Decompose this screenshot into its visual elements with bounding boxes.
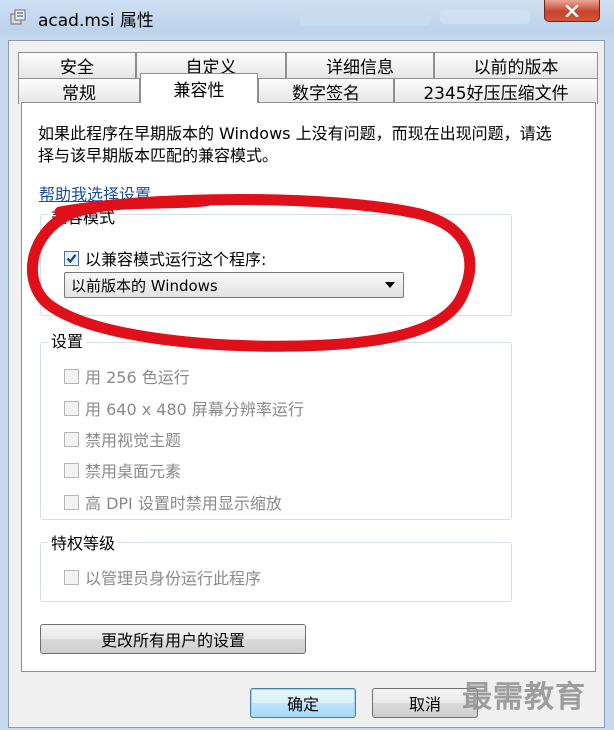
checkbox-label: 禁用桌面元素	[85, 462, 182, 481]
change-all-users-settings-button[interactable]: 更改所有用户的设置	[40, 624, 306, 654]
privilege-level-group-label: 特权等级	[48, 530, 119, 554]
tab-details[interactable]: 详细信息	[286, 52, 434, 78]
close-icon	[565, 4, 579, 17]
tab-security[interactable]: 安全	[18, 52, 136, 78]
installer-package-icon	[8, 7, 28, 27]
checkbox-icon	[64, 569, 79, 585]
checkbox-icon	[64, 431, 79, 447]
checkbox-label: 高 DPI 设置时禁用显示缩放	[85, 494, 282, 513]
checkbox-icon	[64, 462, 79, 478]
checkbox-icon	[64, 368, 79, 384]
compatibility-mode-label: 以兼容模式运行这个程序:	[85, 250, 267, 269]
run-as-admin-checkbox[interactable]: 以管理员身份运行此程序	[64, 565, 261, 589]
disable-desktop-composition-checkbox[interactable]: 禁用桌面元素	[64, 458, 181, 482]
disable-visual-themes-checkbox[interactable]: 禁用视觉主题	[64, 427, 181, 451]
checkbox-icon	[64, 400, 79, 416]
os-version-selected: 以前版本的 Windows	[71, 276, 218, 295]
checkbox-checked-icon	[64, 250, 79, 266]
window-title: acad.msi 属性	[38, 11, 154, 31]
run-640x480-checkbox[interactable]: 用 640 x 480 屏幕分辨率运行	[64, 396, 304, 420]
compatibility-description: 如果此程序在早期版本的 Windows 上没有问题，而现在出现问题，请选择与该早…	[38, 124, 552, 165]
checkbox-label: 用 640 x 480 屏幕分辨率运行	[85, 400, 304, 419]
checkbox-label: 以管理员身份运行此程序	[85, 569, 262, 588]
title-bar[interactable]: acad.msi 属性	[0, 0, 614, 34]
blurred-titlebar-area	[440, 10, 530, 24]
help-choose-settings-link[interactable]: 帮助我选择设置	[39, 181, 151, 205]
tab-digital-signatures[interactable]: 数字签名	[258, 78, 394, 104]
compatibility-mode-group-label: 兼容模式	[48, 204, 119, 228]
tab-compatibility[interactable]: 兼容性	[140, 73, 258, 103]
checkbox-icon	[64, 494, 79, 510]
tab-previous-versions[interactable]: 以前的版本	[434, 52, 598, 78]
tab-2345-archive[interactable]: 2345好压压缩文件	[394, 78, 598, 104]
ok-button[interactable]: 确定	[250, 688, 356, 718]
checkbox-label: 禁用视觉主题	[85, 431, 182, 450]
dropdown-arrow-icon	[385, 282, 395, 288]
run-256-colors-checkbox[interactable]: 用 256 色运行	[64, 364, 190, 388]
checkbox-label: 用 256 色运行	[85, 368, 190, 387]
close-button[interactable]	[544, 0, 600, 22]
tab-general[interactable]: 常规	[18, 78, 140, 104]
disable-dpi-scaling-checkbox[interactable]: 高 DPI 设置时禁用显示缩放	[64, 490, 282, 514]
properties-window: acad.msi 属性 安全 自定义 详细信息 以前的版本 常规 兼容性 数字签…	[0, 0, 614, 730]
compatibility-mode-checkbox[interactable]: 以兼容模式运行这个程序:	[64, 246, 266, 270]
watermark-text: 最需教育	[462, 680, 586, 715]
os-version-dropdown[interactable]: 以前版本的 Windows	[64, 272, 404, 298]
settings-group-label: 设置	[48, 328, 87, 352]
blurred-titlebar-area	[300, 8, 430, 26]
